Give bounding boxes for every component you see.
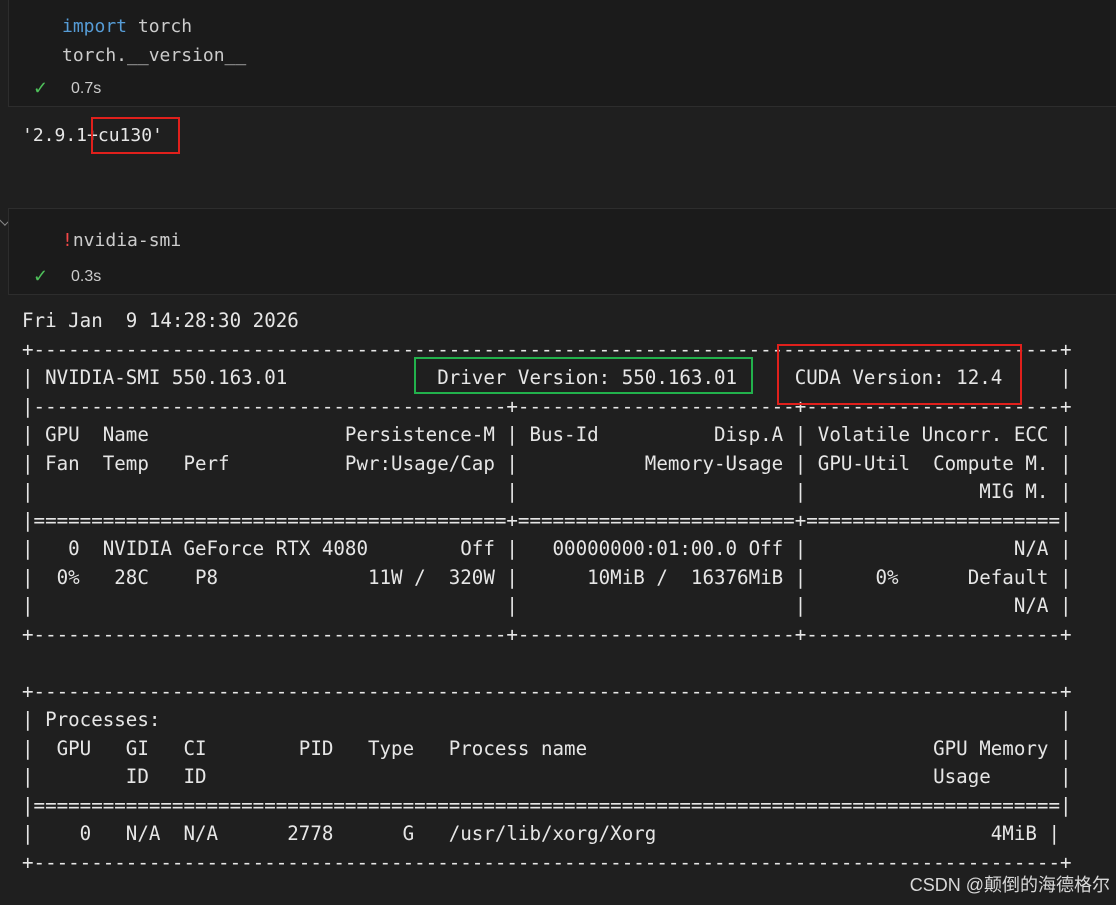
- execution-time: 0.3s: [71, 267, 102, 285]
- code-text: torch.__version__: [62, 45, 247, 66]
- code-cell-2[interactable]: !nvidia-smi ✓ 0.3s: [8, 208, 1116, 295]
- output-line: Fri Jan 9 14:28:30 2026: [22, 309, 299, 332]
- highlight-box-cuda-version: [777, 344, 1022, 405]
- output-line: | GPU Name Persistence-M | Bus-Id Disp.A…: [22, 423, 1072, 446]
- output-line: +---------------------------------------…: [22, 679, 1072, 703]
- code-cell-1[interactable]: import torch torch.__version__ ✓ 0.7s: [8, 0, 1116, 107]
- output-line: | 0% 28C P8 11W / 320W | 10MiB / 16376Mi…: [22, 565, 1072, 589]
- check-icon: ✓: [33, 78, 49, 98]
- execution-status: ✓ 0.7s: [33, 78, 101, 99]
- code-editor[interactable]: !nvidia-smi: [62, 226, 181, 255]
- output-line: | Processes: |: [22, 708, 1072, 731]
- highlight-box-cuda-suffix: [91, 117, 180, 154]
- code-text: nvidia-smi: [72, 230, 182, 251]
- output-line: | 0 N/A N/A 2778 G /usr/lib/xorg/Xorg 4M…: [22, 822, 1060, 845]
- output-line: | GPU GI CI PID Type Process name GPU Me…: [22, 736, 1072, 760]
- code-line: import torch: [62, 16, 192, 37]
- execution-time: 0.7s: [71, 79, 102, 97]
- shell-bang: !: [62, 230, 73, 251]
- output-line: | | | MIG M. |: [22, 480, 1072, 503]
- highlight-box-driver-version: [414, 357, 753, 394]
- keyword: import: [62, 16, 128, 37]
- output-line: | 0 NVIDIA GeForce RTX 4080 Off | 000000…: [22, 537, 1072, 560]
- output-line: +---------------------------------------…: [22, 622, 1072, 646]
- output-line: | ID ID Usage |: [22, 765, 1072, 788]
- output-line: |=======================================…: [22, 793, 1072, 817]
- code-editor[interactable]: import torch torch.__version__: [62, 12, 246, 70]
- code-line: torch.__version__: [62, 45, 246, 66]
- output-line: | | | N/A |: [22, 594, 1072, 617]
- watermark: CSDN @颠倒的海德格尔: [909, 875, 1110, 895]
- output-line: | Fan Temp Perf Pwr:Usage/Cap | Memory-U…: [22, 451, 1072, 475]
- execution-status: ✓ 0.3s: [33, 266, 101, 287]
- code-text: torch: [127, 16, 193, 37]
- check-icon: ✓: [33, 266, 49, 286]
- output-line: |=======================================…: [22, 508, 1072, 532]
